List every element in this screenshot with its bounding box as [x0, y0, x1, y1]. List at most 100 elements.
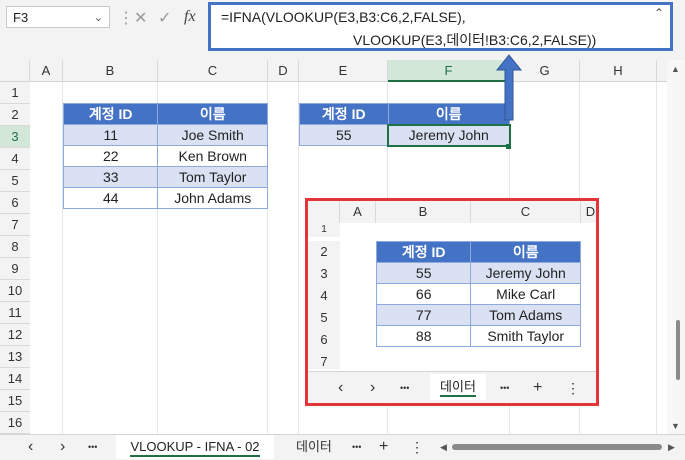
table-cell: 88	[375, 325, 472, 347]
account-table: 계정 ID 이름 11 Joe Smith 22 Ken Brown 33 To…	[62, 103, 268, 209]
row-header[interactable]: 13	[0, 346, 30, 368]
column-header-d[interactable]: D	[268, 60, 299, 82]
sheet-menu-icon[interactable]: ⋮	[410, 435, 424, 459]
name-box[interactable]: F3 ⌄	[6, 6, 110, 28]
sheet-tab-active[interactable]: VLOOKUP - IFNA - 02	[116, 435, 274, 459]
column-header-a[interactable]: A	[30, 60, 63, 82]
row-header[interactable]: 10	[0, 280, 30, 302]
chevron-down-icon[interactable]: ⌄	[94, 7, 103, 29]
scroll-down-icon[interactable]: ▼	[671, 421, 680, 431]
row-header[interactable]: 9	[0, 258, 30, 280]
table-cell: Jeremy John	[470, 262, 581, 284]
table-cell[interactable]: Ken Brown	[157, 145, 268, 167]
sheet-menu-icon: ⋮	[566, 380, 580, 396]
row-header[interactable]: 11	[0, 302, 30, 324]
header-cell: 이름	[470, 241, 581, 263]
row-header[interactable]: 5	[0, 170, 30, 192]
header-cell[interactable]: 이름	[387, 103, 510, 125]
table-cell[interactable]: 11	[62, 124, 159, 146]
header-cell[interactable]: 이름	[157, 103, 268, 125]
more-icon[interactable]: •••	[352, 435, 361, 459]
lookup-id-cell[interactable]: 55	[299, 124, 389, 146]
row-header: 5	[308, 307, 340, 329]
scroll-up-icon[interactable]: ▲	[671, 64, 680, 74]
row-header[interactable]: 8	[0, 236, 30, 258]
column-header-c[interactable]: C	[158, 60, 268, 82]
more-sheets-icon[interactable]: •••	[88, 435, 97, 459]
next-sheet-icon[interactable]: ›	[60, 435, 65, 459]
header-cell[interactable]: 계정 ID	[299, 103, 389, 125]
sheet-tab-data[interactable]: 데이터	[296, 435, 332, 459]
collapse-icon[interactable]: ⌃	[654, 6, 664, 20]
row-header: 7	[308, 351, 340, 369]
select-all-corner[interactable]	[0, 60, 30, 82]
column-header-b[interactable]: B	[63, 60, 158, 82]
row-header[interactable]: 2	[0, 104, 30, 126]
horizontal-scroll-thumb[interactable]	[452, 444, 662, 450]
inset-active-tab: 데이터	[430, 374, 486, 400]
table-cell[interactable]: John Adams	[157, 187, 268, 209]
table-cell[interactable]: 44	[62, 187, 159, 209]
formula-input[interactable]: =IFNA(VLOOKUP(E3,B3:C6,2,FALSE), VLOOKUP…	[208, 2, 673, 51]
enter-icon[interactable]: ✓	[158, 8, 171, 28]
column-header-e[interactable]: E	[299, 60, 388, 82]
row-header: 1	[308, 223, 340, 237]
data-sheet-inset: A B C D 1 2 3 4 5 6 7 계정 ID 이름 55 Jeremy…	[305, 198, 599, 406]
row-header-selected[interactable]: 3	[0, 126, 30, 148]
gridline	[656, 82, 657, 434]
inset-sheet-tabs: ‹ › ••• 데이터 ••• + ⋮	[308, 371, 596, 403]
table-cell[interactable]: Tom Taylor	[157, 166, 268, 188]
row-header[interactable]: 16	[0, 412, 30, 434]
more-options-icon[interactable]: ⋮	[118, 8, 134, 28]
next-sheet-icon: ›	[370, 379, 376, 396]
prev-sheet-icon: ‹	[338, 379, 344, 396]
lookup-table: 계정 ID 이름 55 Jeremy John	[299, 103, 511, 147]
table-cell[interactable]: Joe Smith	[157, 124, 268, 146]
sheet-tab-label: VLOOKUP - IFNA - 02	[130, 439, 260, 457]
vertical-scroll-thumb[interactable]	[676, 320, 680, 380]
table-cell[interactable]: 22	[62, 145, 159, 167]
scroll-right-icon[interactable]: ▶	[668, 435, 675, 459]
column-header-f[interactable]: F	[388, 60, 510, 82]
inset-tab-label: 데이터	[440, 379, 476, 397]
column-header-a: A	[340, 201, 376, 223]
row-header[interactable]: 1	[0, 82, 30, 104]
row-header[interactable]: 7	[0, 214, 30, 236]
sheet-tab-bar: ‹ › ••• VLOOKUP - IFNA - 02 데이터 ••• + ⋮ …	[0, 434, 685, 460]
column-header-d: D	[581, 201, 596, 223]
cancel-icon[interactable]: ✕	[134, 8, 147, 28]
table-cell: Smith Taylor	[470, 325, 581, 347]
selected-result-cell[interactable]: Jeremy John	[387, 123, 511, 147]
arrow-up-icon	[495, 54, 523, 121]
header-cell[interactable]: 계정 ID	[62, 103, 159, 125]
column-header-c: C	[471, 201, 581, 223]
row-header: 6	[308, 329, 340, 351]
fill-handle[interactable]	[506, 144, 511, 149]
name-box-value: F3	[13, 10, 29, 25]
row-header[interactable]: 15	[0, 390, 30, 412]
row-header[interactable]: 6	[0, 192, 30, 214]
row-header[interactable]: 4	[0, 148, 30, 170]
add-sheet-icon[interactable]: +	[379, 435, 388, 459]
row-header[interactable]: 12	[0, 324, 30, 346]
formula-line-2: VLOOKUP(E3,데이터!B3:C6,2,FALSE))	[353, 32, 597, 48]
table-cell: 66	[375, 283, 472, 305]
prev-sheet-icon[interactable]: ‹	[28, 435, 33, 459]
row-header[interactable]: 14	[0, 368, 30, 390]
formula-line-1: =IFNA(VLOOKUP(E3,B3:C6,2,FALSE),	[221, 9, 466, 25]
more-sheets-icon: •••	[400, 383, 410, 393]
more-icon: •••	[500, 383, 510, 393]
table-cell: 77	[375, 304, 472, 326]
add-sheet-icon: +	[533, 379, 543, 396]
row-header: 2	[308, 241, 340, 263]
row-header: 4	[308, 285, 340, 307]
select-all-corner	[308, 201, 340, 223]
scroll-left-icon[interactable]: ◀	[440, 435, 447, 459]
inset-account-table: 계정 ID 이름 55 Jeremy John 66 Mike Carl 77 …	[375, 241, 581, 347]
header-cell: 계정 ID	[375, 241, 472, 263]
row-header: 3	[308, 263, 340, 285]
table-cell[interactable]: 33	[62, 166, 159, 188]
column-header-h[interactable]: H	[580, 60, 657, 82]
function-icon[interactable]: fx	[184, 8, 196, 26]
column-header-b: B	[376, 201, 471, 223]
